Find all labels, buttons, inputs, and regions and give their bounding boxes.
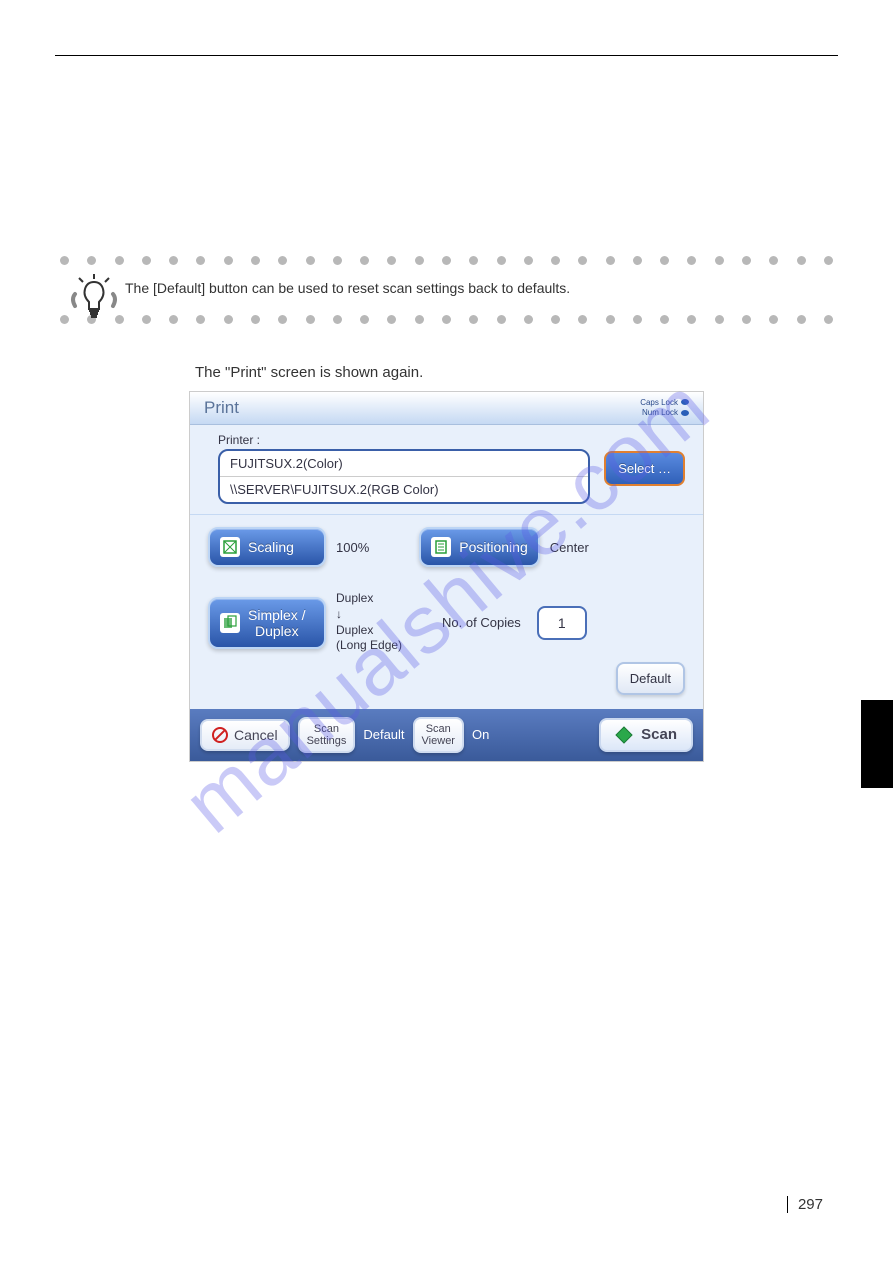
duplex-value-arrow: ↓ [336, 607, 402, 623]
print-dialog: Print Caps Lock Num Lock Printer : FUJIT… [189, 391, 704, 762]
num-lock-label: Num Lock [642, 408, 678, 417]
copies-value: 1 [558, 615, 566, 631]
scan-label: Scan [641, 726, 677, 743]
dialog-header: Print Caps Lock Num Lock [190, 392, 703, 426]
tip-section: The [Default] button can be used to rese… [55, 256, 838, 324]
cancel-button[interactable]: Cancel [200, 719, 290, 751]
duplex-value-line3: (Long Edge) [336, 638, 402, 654]
scaling-icon [220, 537, 240, 557]
scan-viewer-value: On [472, 727, 489, 742]
side-tab [861, 700, 893, 788]
scaling-value: 100% [336, 540, 369, 555]
copies-label: No. of Copies [442, 615, 521, 630]
select-button[interactable]: Select … [604, 451, 685, 486]
dots-bottom [55, 315, 838, 324]
header-rule [55, 55, 838, 56]
cancel-icon [212, 727, 228, 743]
duplex-button[interactable]: Simplex / Duplex [208, 597, 326, 649]
dialog-title: Print [204, 398, 239, 418]
scaling-button[interactable]: Scaling [208, 527, 326, 567]
positioning-button[interactable]: Positioning [419, 527, 540, 567]
duplex-value-line1: Duplex [336, 591, 402, 607]
copies-input[interactable]: 1 [537, 606, 587, 640]
printer-label: Printer : [218, 433, 590, 447]
duplex-value-line2: Duplex [336, 623, 402, 639]
lock-indicators: Caps Lock Num Lock [640, 398, 689, 419]
caps-lock-label: Caps Lock [640, 398, 678, 407]
printer-row: Printer : FUJITSUX.2(Color) \\SERVER\FUJ… [190, 425, 703, 514]
duplex-icon [220, 613, 240, 633]
scan-settings-value: Default [363, 727, 404, 742]
dialog-body: Scaling 100% Positioning Center Si [190, 514, 703, 708]
printer-name: FUJITSUX.2(Color) [220, 451, 588, 477]
cancel-label: Cancel [234, 727, 278, 743]
duplex-label: Simplex / Duplex [248, 607, 306, 639]
step-description: The "Print" screen is shown again. [195, 364, 838, 381]
lightbulb-icon [67, 274, 121, 329]
scan-button[interactable]: Scan [599, 718, 693, 752]
page-number: 297 [787, 1196, 823, 1213]
printer-field[interactable]: FUJITSUX.2(Color) \\SERVER\FUJITSUX.2(RG… [218, 449, 590, 504]
duplex-value: Duplex ↓ Duplex (Long Edge) [336, 591, 402, 653]
positioning-icon [431, 537, 451, 557]
positioning-value: Center [550, 540, 589, 555]
num-lock-led-icon [681, 410, 689, 416]
tip-text: The [Default] button can be used to rese… [125, 271, 838, 309]
scan-viewer-button[interactable]: Scan Viewer [413, 717, 464, 753]
dialog-footer: Cancel Scan Settings Default Scan Viewer… [190, 709, 703, 761]
printer-path: \\SERVER\FUJITSUX.2(RGB Color) [220, 477, 588, 502]
default-button[interactable]: Default [616, 662, 685, 695]
caps-lock-led-icon [681, 399, 689, 405]
dots-top [55, 256, 838, 265]
scan-icon [615, 726, 633, 744]
scan-settings-button[interactable]: Scan Settings [298, 717, 356, 753]
scaling-label: Scaling [248, 539, 294, 555]
positioning-label: Positioning [459, 539, 528, 555]
